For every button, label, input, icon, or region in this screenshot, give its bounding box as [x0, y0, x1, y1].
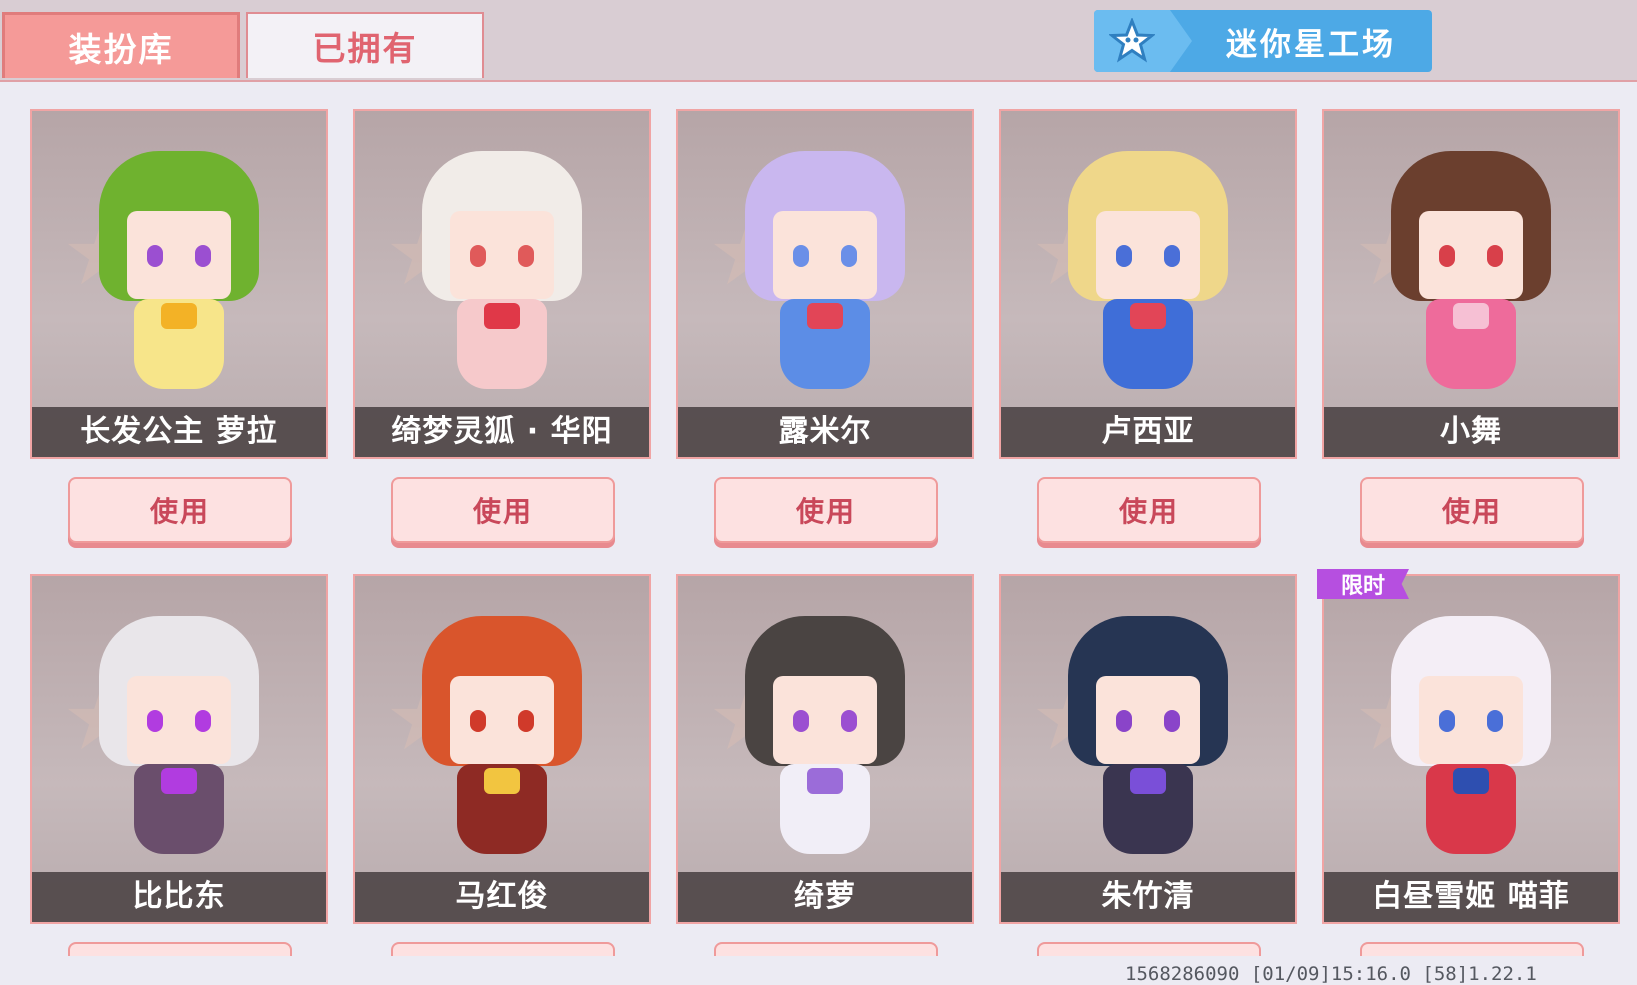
- eye: [1164, 245, 1180, 267]
- use-button[interactable]: 使用: [391, 477, 615, 543]
- build-info: 1568286090 [01/09]15:16.0 [58]1.22.1: [1125, 963, 1537, 985]
- use-button[interactable]: [1360, 942, 1584, 956]
- mini-star-workshop-button[interactable]: 迷你星工场: [1094, 10, 1432, 72]
- costume-name: 朱竹清: [1001, 872, 1295, 922]
- star-icon: [1094, 10, 1192, 72]
- eye: [195, 710, 211, 732]
- costume-card[interactable]: ★朱竹清: [999, 574, 1297, 924]
- costume-name: 绮萝: [678, 872, 972, 922]
- eye: [1116, 710, 1132, 732]
- tab-owned[interactable]: 已拥有: [246, 12, 484, 78]
- eye: [1116, 245, 1132, 267]
- costume-name: 卢西亚: [1001, 407, 1295, 457]
- costume-name: 比比东: [32, 872, 326, 922]
- use-button[interactable]: 使用: [68, 477, 292, 543]
- eye: [841, 245, 857, 267]
- eye: [195, 245, 211, 267]
- costume-name: 小舞: [1324, 407, 1618, 457]
- character-face: [1096, 211, 1200, 299]
- character-figure: [725, 596, 925, 866]
- costume-name: 长发公主 萝拉: [32, 407, 326, 457]
- costume-card[interactable]: ★露米尔: [676, 109, 974, 459]
- costume-name: 白昼雪姬 喵菲: [1324, 872, 1618, 922]
- use-button[interactable]: [714, 942, 938, 956]
- character-accessory: [1130, 768, 1166, 794]
- eye: [1439, 710, 1455, 732]
- use-button[interactable]: [68, 942, 292, 956]
- eye: [470, 710, 486, 732]
- character-accessory: [807, 303, 843, 329]
- character-figure: [1371, 131, 1571, 401]
- eye: [1487, 245, 1503, 267]
- eye: [470, 245, 486, 267]
- character-accessory: [161, 768, 197, 794]
- use-button[interactable]: [1037, 942, 1261, 956]
- costume-name: 露米尔: [678, 407, 972, 457]
- character-figure: [725, 131, 925, 401]
- eye: [518, 710, 534, 732]
- character-face: [1096, 676, 1200, 764]
- eye: [147, 710, 163, 732]
- character-face: [450, 211, 554, 299]
- costume-card[interactable]: ★绮梦灵狐 · 华阳: [353, 109, 651, 459]
- eye: [147, 245, 163, 267]
- character-figure: [402, 131, 602, 401]
- character-face: [127, 211, 231, 299]
- use-button[interactable]: 使用: [714, 477, 938, 543]
- use-button[interactable]: 使用: [1037, 477, 1261, 543]
- character-figure: [79, 131, 279, 401]
- eye: [793, 245, 809, 267]
- eye: [793, 710, 809, 732]
- costume-card[interactable]: ★绮萝: [676, 574, 974, 924]
- costume-name: 马红俊: [355, 872, 649, 922]
- character-accessory: [484, 768, 520, 794]
- eye: [518, 245, 534, 267]
- top-bar: 装扮库 已拥有 迷你星工场: [0, 0, 1637, 82]
- costume-name: 绮梦灵狐 · 华阳: [355, 407, 649, 457]
- character-face: [1419, 211, 1523, 299]
- costume-card[interactable]: ★马红俊: [353, 574, 651, 924]
- character-accessory: [1453, 768, 1489, 794]
- character-face: [450, 676, 554, 764]
- eye: [1439, 245, 1455, 267]
- eye: [1487, 710, 1503, 732]
- character-accessory: [807, 768, 843, 794]
- character-figure: [402, 596, 602, 866]
- workshop-label: 迷你星工场: [1226, 26, 1396, 63]
- character-figure: [1048, 131, 1248, 401]
- character-face: [1419, 676, 1523, 764]
- costume-card[interactable]: ★长发公主 萝拉: [30, 109, 328, 459]
- costume-card[interactable]: ★卢西亚: [999, 109, 1297, 459]
- eye: [1164, 710, 1180, 732]
- eye: [841, 710, 857, 732]
- costume-card[interactable]: ★比比东: [30, 574, 328, 924]
- character-accessory: [1453, 303, 1489, 329]
- tab-costume-library[interactable]: 装扮库: [2, 12, 240, 78]
- use-button[interactable]: [391, 942, 615, 956]
- character-accessory: [161, 303, 197, 329]
- use-button[interactable]: 使用: [1360, 477, 1584, 543]
- character-accessory: [1130, 303, 1166, 329]
- character-face: [127, 676, 231, 764]
- character-figure: [1048, 596, 1248, 866]
- costume-card[interactable]: ★小舞: [1322, 109, 1620, 459]
- character-figure: [1371, 596, 1571, 866]
- limited-time-badge: 限时: [1317, 569, 1409, 599]
- character-figure: [79, 596, 279, 866]
- character-face: [773, 676, 877, 764]
- character-face: [773, 211, 877, 299]
- character-accessory: [484, 303, 520, 329]
- costume-card[interactable]: ★白昼雪姬 喵菲: [1322, 574, 1620, 924]
